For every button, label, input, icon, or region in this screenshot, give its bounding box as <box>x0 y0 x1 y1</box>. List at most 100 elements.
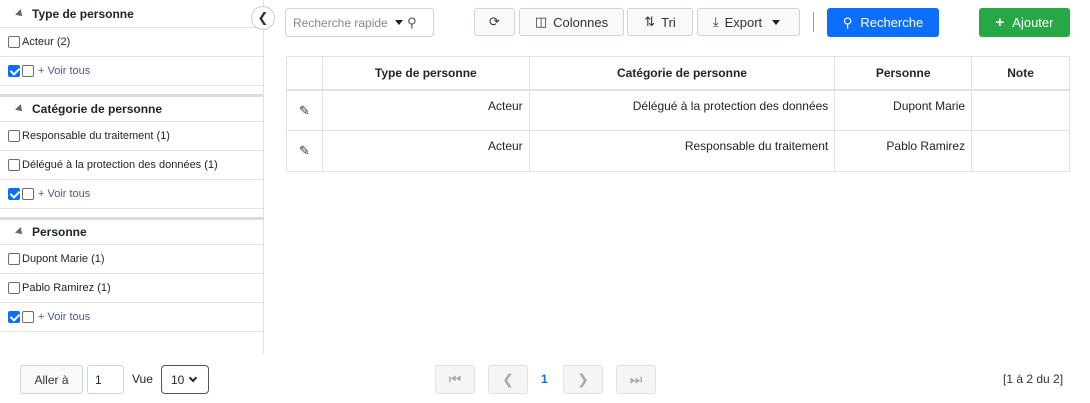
collapse-sidebar-button[interactable]: ❮ <box>251 6 275 30</box>
facet-item-label: Dupont Marie (1) <box>22 253 105 265</box>
edit-icon[interactable]: ✎ <box>299 103 310 119</box>
chevron-left-icon: ❮ <box>257 10 269 25</box>
facet-item-label: Acteur (2) <box>22 36 71 48</box>
checkbox[interactable] <box>22 65 34 77</box>
checkbox[interactable] <box>22 188 34 200</box>
facet-header-personne[interactable]: Personne <box>0 217 263 245</box>
voir-tous-link[interactable]: + Voir tous <box>38 311 90 323</box>
checkbox[interactable] <box>22 311 34 323</box>
facet-item-responsable[interactable]: Responsable du traitement (1) <box>0 122 263 151</box>
facet-item-dupont[interactable]: Dupont Marie (1) <box>0 245 263 274</box>
facet-voir-tous[interactable]: + Voir tous <box>0 303 263 332</box>
facet-title: Personne <box>32 225 87 239</box>
results-table: Type de personne Catégorie de personne P… <box>286 56 1070 172</box>
checkbox[interactable] <box>8 36 20 48</box>
current-page-number[interactable]: 1 <box>541 372 548 386</box>
goto-page-input[interactable]: 1 <box>87 365 124 394</box>
prev-page-button[interactable]: ❮ <box>488 365 528 394</box>
download-icon: ⤓ <box>712 14 719 29</box>
voir-tous-link[interactable]: + Voir tous <box>38 65 90 77</box>
range-indicator: [1 à 2 du 2] <box>1003 372 1064 386</box>
page-size-value: 10 <box>171 372 185 387</box>
columns-button[interactable]: ◫ Colonnes <box>519 8 624 36</box>
view-label: Vue <box>132 372 153 386</box>
facet-header-categorie-personne[interactable]: Catégorie de personne <box>0 94 263 122</box>
sort-button[interactable]: ⇅ Tri <box>627 8 693 36</box>
search-button[interactable]: ⚲ Recherche <box>827 8 939 37</box>
facet-title: Type de personne <box>32 6 134 21</box>
add-button[interactable]: + Ajouter <box>979 8 1070 37</box>
last-page-icon: ⏭ <box>629 371 643 387</box>
chevron-right-icon: ❯ <box>577 371 589 387</box>
table-header-row: Type de personne Catégorie de personne P… <box>286 56 1070 91</box>
cell-personne: Dupont Marie <box>834 89 973 131</box>
cell-note <box>971 89 1070 131</box>
caret-down-icon[interactable] <box>395 20 403 25</box>
page-size-select[interactable]: 10 <box>161 365 209 394</box>
table-row: ✎ Acteur Délégué à la protection des don… <box>286 89 1070 131</box>
export-label: Export <box>724 14 763 30</box>
cell-categorie-personne: Délégué à la protection des données <box>528 89 836 131</box>
checkbox-checked[interactable] <box>8 188 20 200</box>
checkbox-checked[interactable] <box>8 65 20 77</box>
chevron-down-icon <box>189 373 198 383</box>
cell-personne: Pablo Ramirez <box>834 130 973 172</box>
column-header-personne[interactable]: Personne <box>834 56 973 91</box>
edit-cell[interactable]: ✎ <box>286 130 323 172</box>
column-header-edit <box>286 56 323 91</box>
search-icon: ⚲ <box>842 14 853 30</box>
search-icon[interactable]: ⚲ <box>407 15 417 31</box>
facet-voir-tous[interactable]: + Voir tous <box>0 57 263 86</box>
cell-note <box>971 130 1070 172</box>
collapse-triangle-icon <box>15 227 25 237</box>
facet-voir-tous[interactable]: + Voir tous <box>0 180 263 209</box>
column-header-categorie-personne[interactable]: Catégorie de personne <box>528 56 836 91</box>
cell-type-personne: Acteur <box>321 130 530 172</box>
chevron-left-icon: ❮ <box>502 371 514 387</box>
facet-item-delegue[interactable]: Délégué à la protection des données (1) <box>0 151 263 180</box>
refresh-icon: ⟳ <box>489 14 500 29</box>
edit-cell[interactable]: ✎ <box>286 89 323 131</box>
facet-item-label: Délégué à la protection des données (1) <box>22 159 218 171</box>
voir-tous-link[interactable]: + Voir tous <box>38 188 90 200</box>
cell-categorie-personne: Responsable du traitement <box>528 130 836 172</box>
quick-search-input[interactable]: Recherche rapide ⚲ <box>285 8 434 37</box>
checkbox[interactable] <box>8 159 20 171</box>
toolbar-divider <box>813 12 814 32</box>
column-header-type-personne[interactable]: Type de personne <box>321 56 530 91</box>
goto-page-button[interactable]: Aller à <box>20 365 83 394</box>
collapse-triangle-icon <box>15 8 25 19</box>
columns-label: Colonnes <box>553 14 609 30</box>
checkbox-checked[interactable] <box>8 311 20 323</box>
search-label: Recherche <box>860 15 924 30</box>
checkbox[interactable] <box>8 130 20 142</box>
goto-label: Aller à <box>34 372 69 387</box>
facet-item-pablo[interactable]: Pablo Ramirez (1) <box>0 274 263 303</box>
facet-item-label: Responsable du traitement (1) <box>22 130 170 142</box>
next-page-button[interactable]: ❯ <box>563 365 603 394</box>
plus-icon: + <box>995 14 1005 31</box>
first-page-icon: ⏮ <box>448 371 462 387</box>
export-button[interactable]: ⤓ Export <box>697 8 800 36</box>
checkbox[interactable] <box>8 282 20 294</box>
edit-icon[interactable]: ✎ <box>299 143 310 159</box>
add-label: Ajouter <box>1012 15 1054 30</box>
facet-sidebar: Type de personne Acteur (2) + Voir tous … <box>0 0 264 354</box>
table-row: ✎ Acteur Responsable du traitement Pablo… <box>286 130 1070 172</box>
refresh-button[interactable]: ⟳ <box>474 8 515 36</box>
facet-item-acteur[interactable]: Acteur (2) <box>0 28 263 57</box>
last-page-button[interactable]: ⏭ <box>616 365 656 394</box>
pagination-footer: Aller à 1 Vue 10 ⏮ ❮ 1 ❯ ⏭ [1 à 2 du 2] <box>0 365 1090 395</box>
search-placeholder: Recherche rapide <box>293 15 388 30</box>
facet-item-label: Pablo Ramirez (1) <box>22 282 111 294</box>
goto-value: 1 <box>95 372 102 387</box>
cell-type-personne: Acteur <box>321 89 530 131</box>
checkbox[interactable] <box>8 253 20 265</box>
facet-header-type-personne[interactable]: Type de personne <box>0 0 263 28</box>
sort-label: Tri <box>661 14 676 30</box>
sort-icon: ⇅ <box>644 14 656 29</box>
caret-down-icon <box>772 19 781 25</box>
first-page-button[interactable]: ⏮ <box>435 365 475 394</box>
facet-title: Catégorie de personne <box>32 102 163 116</box>
column-header-note[interactable]: Note <box>971 56 1070 91</box>
